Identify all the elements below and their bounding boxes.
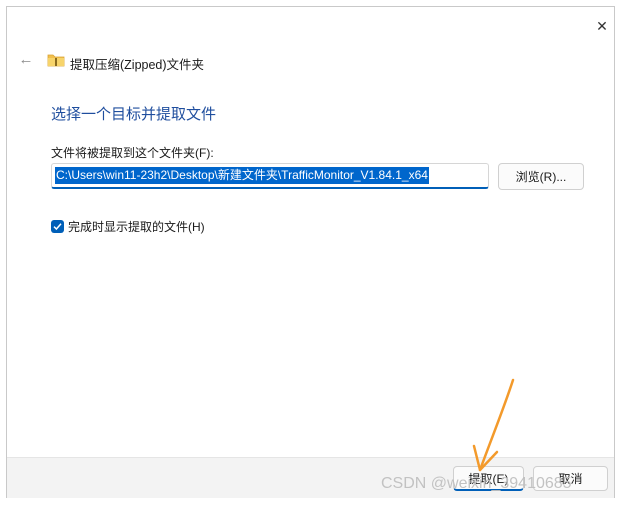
show-files-checkbox[interactable] bbox=[51, 220, 64, 233]
show-files-option[interactable]: 完成时显示提取的文件(H) bbox=[51, 218, 205, 235]
destination-label: 文件将被提取到这个文件夹(F): bbox=[51, 146, 214, 160]
dialog-title: 提取压缩(Zipped)文件夹 bbox=[70, 58, 205, 72]
destination-value: C:\Users\win11-23h2\Desktop\新建文件夹\Traffi… bbox=[55, 167, 429, 184]
extract-button[interactable]: 提取(E) bbox=[453, 466, 524, 491]
extract-dialog: ✕ ← 提取压缩(Zipped)文件夹 选择一个目标并提取文件 文件将被提取到这… bbox=[6, 6, 615, 498]
checkmark-icon bbox=[53, 223, 62, 231]
back-arrow-icon[interactable]: ← bbox=[17, 51, 35, 68]
page-heading: 选择一个目标并提取文件 bbox=[51, 106, 217, 123]
zip-folder-icon bbox=[47, 54, 65, 67]
browse-button[interactable]: 浏览(R)... bbox=[498, 163, 584, 190]
cancel-button[interactable]: 取消 bbox=[533, 466, 608, 491]
close-icon[interactable]: ✕ bbox=[593, 17, 611, 35]
show-files-label: 完成时显示提取的文件(H) bbox=[68, 220, 205, 234]
destination-input[interactable]: C:\Users\win11-23h2\Desktop\新建文件夹\Traffi… bbox=[51, 163, 489, 189]
